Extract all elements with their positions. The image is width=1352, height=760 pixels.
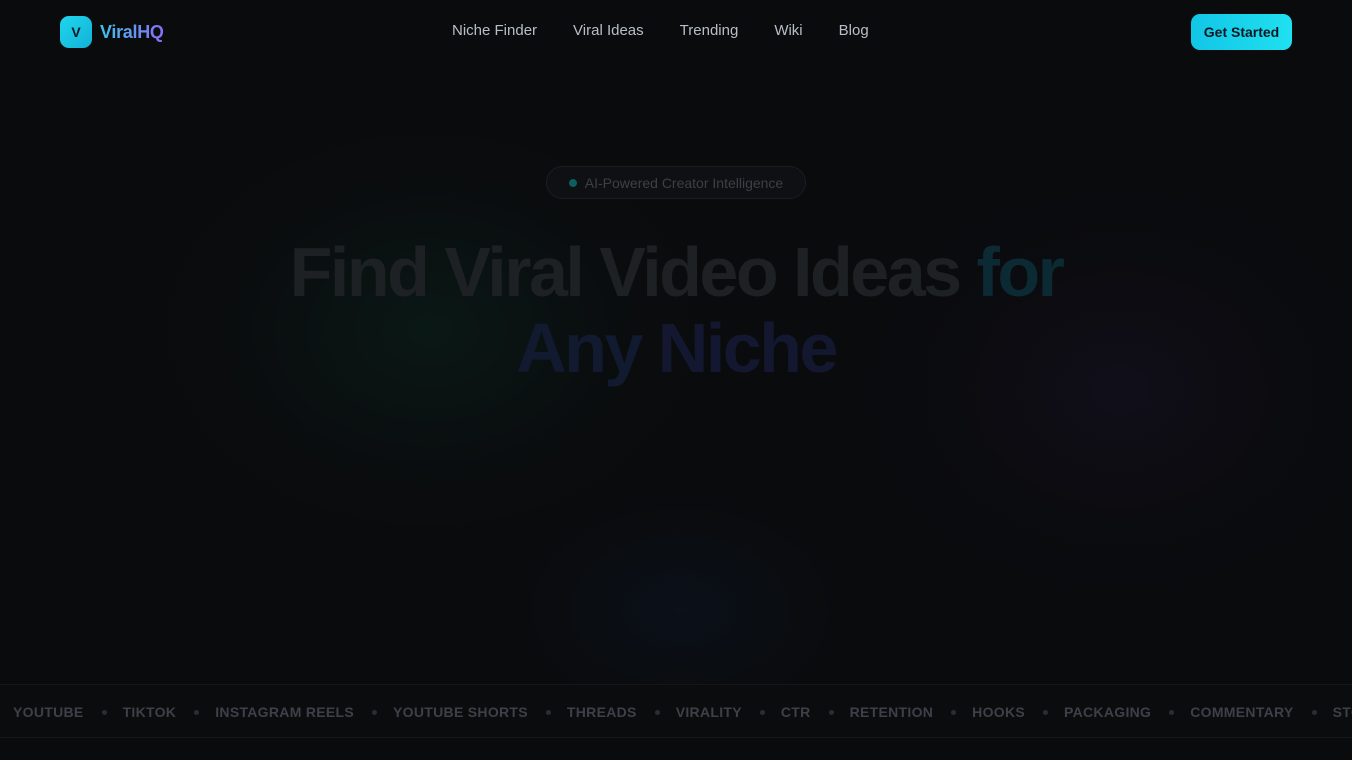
nav-links: Niche Finder Viral Ideas Trending Wiki B… bbox=[452, 22, 869, 39]
ticker-item: YOUTUBE bbox=[13, 704, 84, 720]
get-started-button[interactable]: Get Started bbox=[1191, 14, 1292, 50]
ticker-item: TIKTOK bbox=[122, 704, 177, 720]
hero-title-line-1: Find Viral Video Ideas for bbox=[0, 234, 1352, 310]
bullet-separator-icon bbox=[372, 709, 378, 715]
hero-badge-text: AI-Powered Creator Intelligence bbox=[584, 174, 784, 191]
platform-ticker: YOUTUBE TIKTOK INSTAGRAM REELS YOUTUBE S… bbox=[0, 684, 1352, 738]
ticker-item: CTR bbox=[780, 704, 811, 720]
hero-title-niche: Niche bbox=[657, 309, 839, 387]
bullet-separator-icon bbox=[101, 709, 107, 715]
bullet-separator-icon bbox=[194, 709, 200, 715]
ticker-item: HOOKS bbox=[972, 704, 1026, 720]
landing-page: V ViralHQ Niche Finder Viral Ideas Trend… bbox=[0, 0, 1352, 760]
ticker-item: INSTAGRAM REELS bbox=[215, 704, 355, 720]
bullet-separator-icon bbox=[1169, 709, 1175, 715]
bullet-separator-icon bbox=[1311, 709, 1317, 715]
ticker-item: STORYTELLING bbox=[1332, 704, 1352, 720]
ticker-item: COMMENTARY bbox=[1190, 704, 1294, 720]
hero-badge: AI-Powered Creator Intelligence bbox=[546, 166, 806, 199]
logo-icon: V bbox=[60, 16, 92, 48]
ticker-item: YOUTUBE SHORTS bbox=[393, 704, 528, 720]
bullet-separator-icon bbox=[1043, 709, 1049, 715]
bullet-separator-icon bbox=[759, 709, 765, 715]
ticker-item: PACKAGING bbox=[1064, 704, 1152, 720]
bullet-separator-icon bbox=[654, 709, 660, 715]
ticker-item: THREADS bbox=[566, 704, 637, 720]
nav-link-niche-finder[interactable]: Niche Finder bbox=[452, 22, 537, 39]
bullet-separator-icon bbox=[951, 709, 957, 715]
top-navigation: V ViralHQ Niche Finder Viral Ideas Trend… bbox=[0, 0, 1352, 64]
ticker-track: YOUTUBE TIKTOK INSTAGRAM REELS YOUTUBE S… bbox=[13, 704, 1352, 720]
bullet-separator-icon bbox=[828, 709, 834, 715]
hero-title-main: Find Viral Video Ideas bbox=[289, 233, 962, 311]
hero-title-line-2: Any Niche bbox=[0, 310, 1352, 386]
brand-logo-link[interactable]: V ViralHQ bbox=[60, 16, 164, 48]
hero-title: Find Viral Video Ideas for Any Niche bbox=[0, 234, 1352, 386]
nav-link-wiki[interactable]: Wiki bbox=[774, 22, 802, 39]
hero-title-any: Any bbox=[516, 309, 643, 387]
status-dot-icon bbox=[568, 178, 577, 187]
hero-title-accent: for bbox=[976, 233, 1065, 311]
nav-link-blog[interactable]: Blog bbox=[839, 22, 869, 39]
nav-link-trending[interactable]: Trending bbox=[680, 22, 739, 39]
brand-name: ViralHQ bbox=[100, 21, 164, 42]
ticker-item: RETENTION bbox=[849, 704, 934, 720]
bullet-separator-icon bbox=[545, 709, 551, 715]
nav-link-viral-ideas[interactable]: Viral Ideas bbox=[573, 22, 644, 39]
ticker-item: VIRALITY bbox=[675, 704, 742, 720]
